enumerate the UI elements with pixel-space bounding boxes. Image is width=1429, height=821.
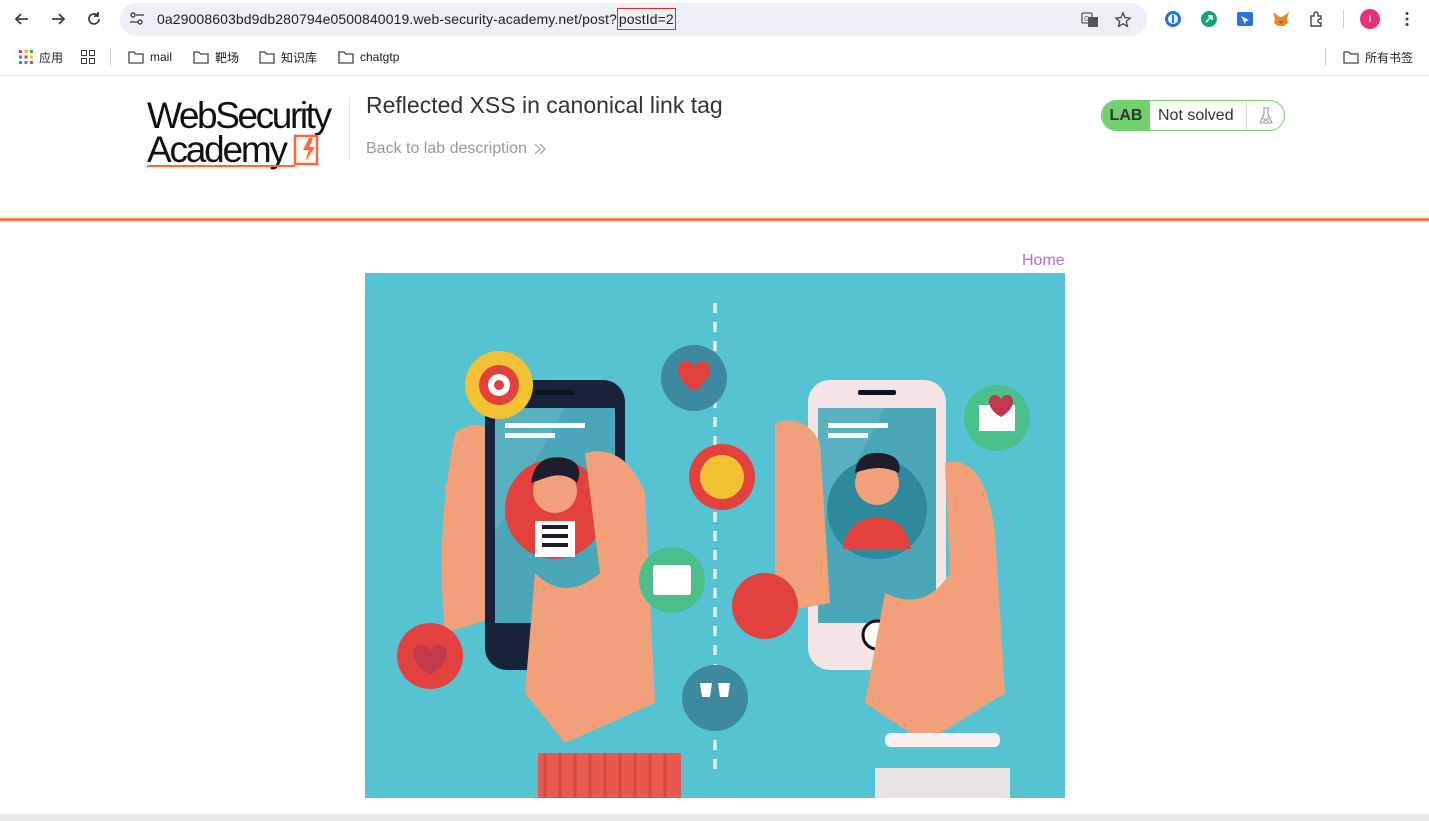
translate-icon[interactable]: G <box>1080 10 1100 30</box>
blog-post-image <box>365 273 1065 798</box>
flask-icon <box>1247 101 1284 130</box>
bookmark-all-bookmarks[interactable]: 所有书签 <box>1343 49 1413 65</box>
password-manager-extension-icon[interactable] <box>1163 9 1183 29</box>
all-bookmarks-label: 所有书签 <box>1365 50 1414 65</box>
svg-text:G: G <box>1084 16 1089 23</box>
bookmarks-separator <box>1325 48 1326 66</box>
bookmark-label: chatgtp <box>360 50 400 64</box>
bookmark-folder-mail[interactable]: mail <box>128 49 172 65</box>
browser-toolbar: 0a29008603bd9db280794e0500840019.web-sec… <box>0 0 1429 38</box>
bookmark-label: 靶场 <box>215 50 240 65</box>
logo-underline <box>147 165 295 167</box>
back-to-lab-description-link[interactable]: Back to lab description <box>366 140 547 158</box>
home-link[interactable]: Home <box>1022 252 1065 270</box>
back-link-label: Back to lab description <box>366 140 527 157</box>
apps-grid-icon <box>19 50 33 64</box>
url-text: 0a29008603bd9db280794e0500840019.web-sec… <box>157 8 676 30</box>
bookmark-apps[interactable]: 应用 <box>19 49 63 65</box>
folder-icon <box>1343 50 1359 64</box>
tab-groups-icon[interactable] <box>81 49 95 65</box>
extensions-puzzle-icon[interactable] <box>1307 9 1327 29</box>
forward-arrow-icon[interactable] <box>45 7 71 31</box>
url-param-highlight: postId=2 <box>616 8 676 30</box>
bookmark-label: 知识库 <box>281 50 318 65</box>
lab-status-text: Not solved <box>1150 101 1247 130</box>
address-bar[interactable]: 0a29008603bd9db280794e0500840019.web-sec… <box>120 3 1147 36</box>
bookmarks-bar: 应用 mail 靶场 知识库 chatgtp 所有书签 <box>0 38 1429 76</box>
reload-icon[interactable] <box>81 7 107 31</box>
lab-status-widget: LAB Not solved <box>1101 100 1285 131</box>
browser-menu-icon[interactable] <box>1397 9 1417 29</box>
header-divider <box>349 97 350 161</box>
folder-icon <box>259 50 275 64</box>
lightning-bolt-icon <box>293 134 319 166</box>
lab-badge: LAB <box>1102 101 1150 130</box>
double-chevron-right-icon <box>534 143 546 155</box>
bookmark-star-icon[interactable] <box>1113 10 1133 30</box>
page-bottom-edge <box>0 814 1429 821</box>
web-security-academy-logo[interactable]: WebSecurity Academy <box>147 97 337 169</box>
bookmark-folder-chatgtp[interactable]: chatgtp <box>338 49 399 65</box>
toolbar-separator <box>1343 10 1344 28</box>
bookmark-folder-target[interactable]: 靶场 <box>193 49 239 65</box>
profile-initial: I <box>1360 9 1380 29</box>
metamask-fox-icon[interactable] <box>1271 9 1291 29</box>
folder-icon <box>193 50 209 64</box>
header-orange-rule <box>0 218 1429 221</box>
site-settings-icon[interactable] <box>128 10 146 28</box>
lab-title: Reflected XSS in canonical link tag <box>366 92 723 118</box>
grammar-extension-icon[interactable] <box>1199 9 1219 29</box>
back-arrow-icon[interactable] <box>9 7 35 31</box>
url-base: 0a29008603bd9db280794e0500840019.web-sec… <box>157 11 617 27</box>
bookmark-folder-knowledge[interactable]: 知识库 <box>259 49 317 65</box>
profile-avatar[interactable]: I <box>1360 9 1380 29</box>
bookmark-label: mail <box>150 50 173 64</box>
page-content: WebSecurity Academy Reflected XSS in can… <box>0 77 1429 821</box>
cast-extension-icon[interactable] <box>1235 9 1255 29</box>
bookmarks-separator <box>110 48 111 66</box>
logo-line2: Academy <box>147 129 288 170</box>
folder-icon <box>338 50 354 64</box>
folder-icon <box>128 50 144 64</box>
bookmark-apps-label: 应用 <box>39 50 64 65</box>
